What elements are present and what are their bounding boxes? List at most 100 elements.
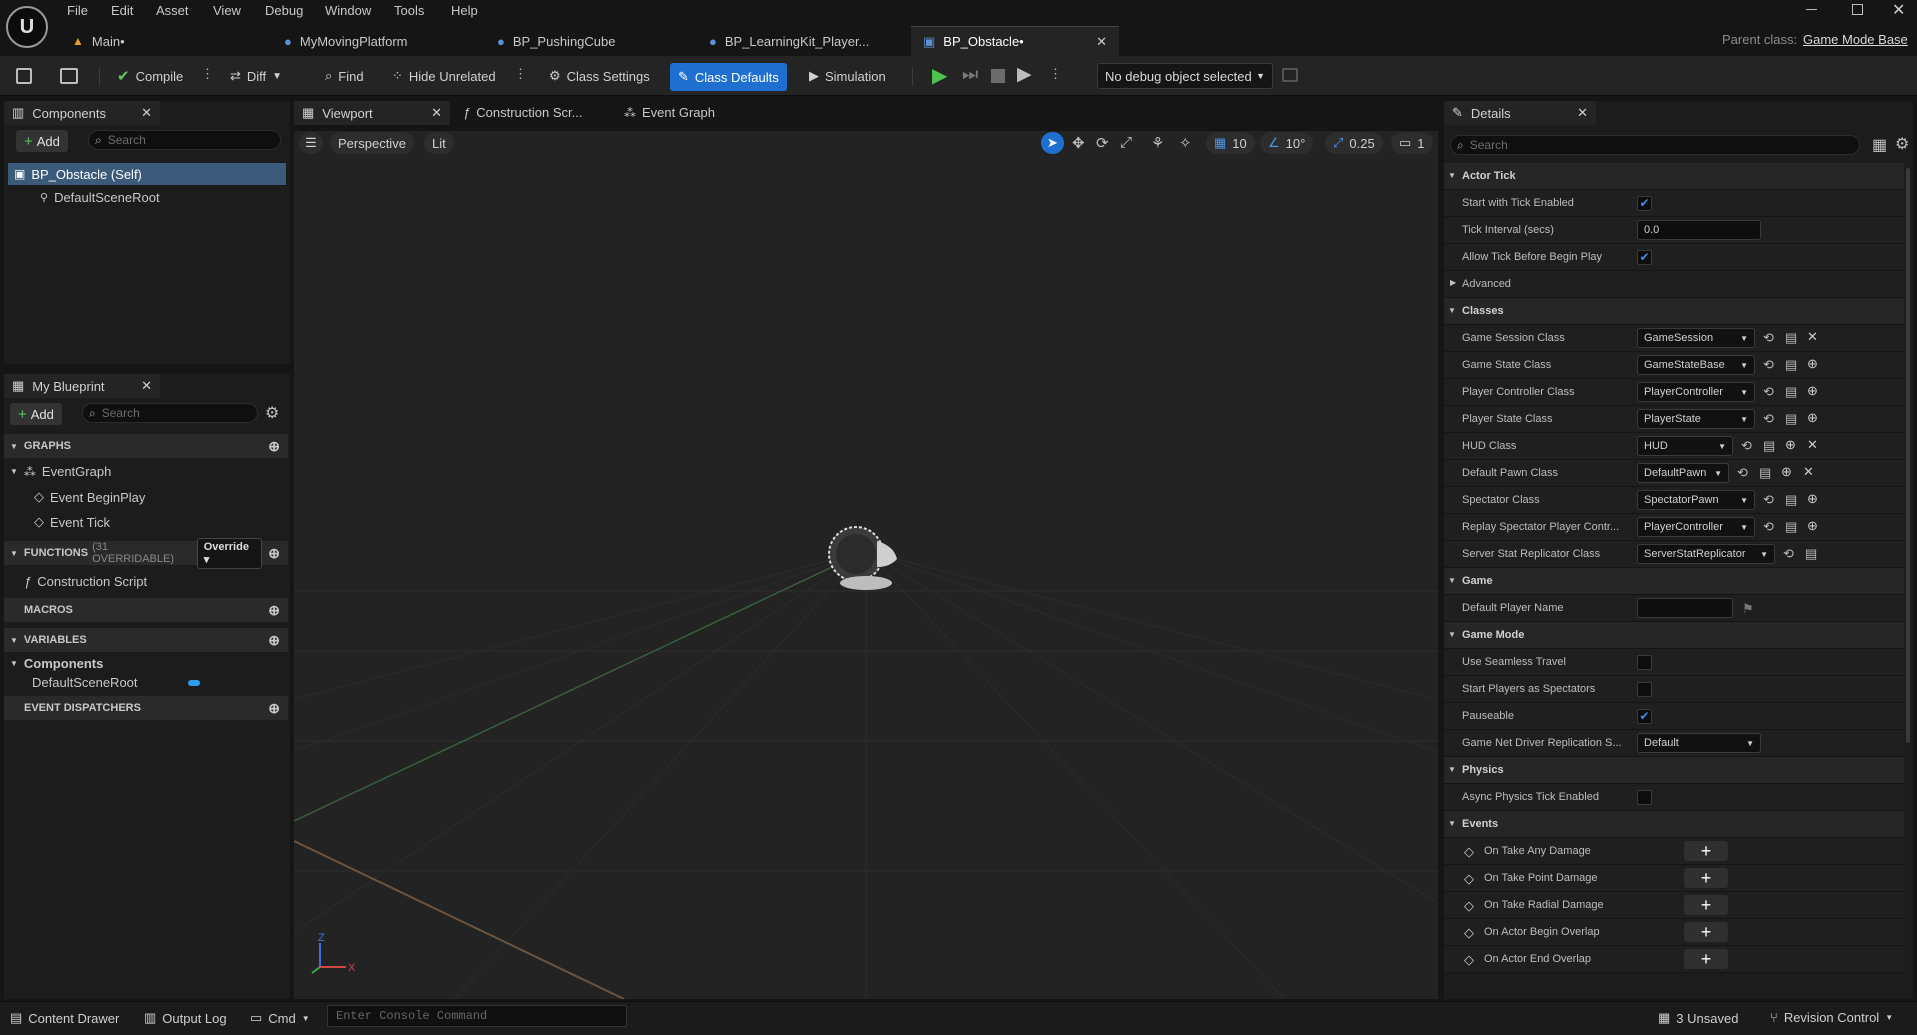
tab-event-graph[interactable]: ⁂ Event Graph [624,105,715,120]
translate-icon[interactable]: ✥ [1072,134,1085,152]
browse-asset-icon[interactable]: ▤ [1785,411,1801,427]
unreal-logo-icon[interactable]: U [6,6,48,48]
settings-gear-icon[interactable]: ⚙ [265,403,279,423]
hide-unrelated-options-icon[interactable]: ⋮ [514,66,527,82]
async-physics-tick-checkbox[interactable] [1637,790,1652,805]
tab-bp-obstacle[interactable]: ▣ BP_Obstacle• ✕ [911,26,1119,56]
close-panel-icon[interactable]: ✕ [141,378,152,394]
add-macro-icon[interactable]: ⊕ [268,602,280,619]
add-event-button[interactable]: + [1684,841,1728,861]
add-event-button[interactable]: + [1684,868,1728,888]
my-blueprint-tab[interactable]: ▦ My Blueprint ✕ [4,374,160,398]
eject-icon[interactable]: ▶ [1017,63,1032,86]
viewport-menu-button[interactable]: ☰ [299,132,323,154]
add-component-button[interactable]: + Add [16,130,68,152]
my-blueprint-search-input[interactable]: ⌕ Search [82,403,258,423]
compile-options-icon[interactable]: ⋮ [201,66,214,82]
event-dispatchers-section-header[interactable]: EVENT DISPATCHERS ⊕ [4,696,288,720]
browse-asset-icon[interactable]: ▤ [1785,357,1801,373]
use-selected-icon[interactable]: ⟲ [1741,438,1757,454]
construction-script-item[interactable]: ƒ Construction Script [24,574,147,589]
class-select[interactable]: PlayerController ▼ [1637,517,1755,537]
start-players-as-spectators-checkbox[interactable] [1637,682,1652,697]
add-new-icon[interactable]: ⊕ [1807,356,1823,372]
use-seamless-travel-checkbox[interactable] [1637,655,1652,670]
lit-button[interactable]: Lit [424,132,454,154]
add-new-icon[interactable]: ⊕ [1781,464,1797,480]
browse-asset-icon[interactable]: ▤ [1785,519,1801,535]
cmd-dropdown[interactable]: ▭ Cmd ▼ [250,1010,310,1026]
class-select[interactable]: PlayerController ▼ [1637,382,1755,402]
scale-icon[interactable]: ⤢ [1120,134,1132,151]
class-select[interactable]: PlayerState ▼ [1637,409,1755,429]
browse-asset-icon[interactable]: ▤ [1805,546,1821,562]
close-tab-icon[interactable]: ✕ [431,105,442,121]
debug-filter-icon[interactable] [1282,68,1298,82]
add-graph-icon[interactable]: ⊕ [268,438,280,455]
stop-icon[interactable] [991,69,1005,83]
close-panel-icon[interactable]: ✕ [141,105,152,121]
localize-flag-icon[interactable]: ⚑ [1742,601,1754,617]
menu-asset[interactable]: Asset [156,3,189,18]
class-select[interactable]: GameStateBase ▼ [1637,355,1755,375]
tab-bp-learning-kit-player[interactable]: ● BP_LearningKit_Player... [709,26,869,56]
physics-section[interactable]: ▼ Physics [1444,757,1904,784]
override-dropdown[interactable]: Override ▾ [196,537,263,569]
diff-button[interactable]: ⇄ Diff ▼ [226,63,286,89]
step-icon[interactable]: ⏭ [962,64,978,85]
add-dispatcher-icon[interactable]: ⊕ [268,700,280,717]
add-blueprint-item-button[interactable]: + Add [10,403,62,425]
add-variable-icon[interactable]: ⊕ [268,632,280,649]
macros-section-header[interactable]: MACROS ⊕ [4,598,288,622]
rotate-icon[interactable]: ⟳ [1096,134,1109,152]
components-group[interactable]: ▼ Components [10,656,103,671]
add-event-button[interactable]: + [1684,895,1728,915]
minimize-icon[interactable] [1806,9,1817,10]
details-tab[interactable]: ✎ Details ✕ [1444,101,1596,125]
use-selected-icon[interactable]: ⟲ [1763,357,1779,373]
parent-class-link[interactable]: Game Mode Base [1803,32,1908,47]
details-scrollbar[interactable] [1906,168,1910,743]
class-select[interactable]: SpectatorPawn ▼ [1637,490,1755,510]
tab-viewport[interactable]: ▦ Viewport ✕ [294,101,450,125]
viewport[interactable]: X Z [294,131,1438,999]
add-event-button[interactable]: + [1684,922,1728,942]
details-search-input[interactable]: ⌕ Search [1450,135,1860,155]
game-mode-section[interactable]: ▼ Game Mode [1444,622,1904,649]
find-button[interactable]: ⌕ Find [321,63,368,89]
component-row-self[interactable]: ▣ BP_Obstacle (Self) [8,163,286,185]
add-new-icon[interactable]: ⊕ [1807,518,1823,534]
tab-my-moving-platform[interactable]: ● MyMovingPlatform [284,26,408,56]
class-defaults-button[interactable]: ✎ Class Defaults [670,63,787,91]
select-mode-icon[interactable]: ➤ [1041,132,1064,154]
debug-object-select[interactable]: No debug object selected ▼ [1097,63,1273,89]
play-options-icon[interactable]: ⋮ [1049,66,1062,82]
browse-asset-icon[interactable]: ▤ [1785,492,1801,508]
close-tab-icon[interactable]: ✕ [1096,34,1107,50]
menu-view[interactable]: View [213,3,241,18]
classes-section[interactable]: ▼ Classes [1444,298,1904,325]
menu-debug[interactable]: Debug [265,3,303,18]
tick-interval-input[interactable]: 0.0 [1637,220,1761,240]
add-event-button[interactable]: + [1684,949,1728,969]
add-function-icon[interactable]: ⊕ [268,545,280,562]
class-select[interactable]: DefaultPawn ▼ [1637,463,1729,483]
game-net-driver-select[interactable]: Default ▼ [1637,733,1761,753]
use-selected-icon[interactable]: ⟲ [1763,330,1779,346]
components-tab[interactable]: ▥ Components ✕ [4,101,160,125]
property-matrix-icon[interactable]: ▦ [1872,135,1887,155]
add-new-icon[interactable]: ⊕ [1807,383,1823,399]
unsaved-button[interactable]: ▦ 3 Unsaved [1658,1010,1738,1026]
grid-snap-toggle[interactable]: ▦ 10 [1206,132,1255,154]
class-select[interactable]: ServerStatReplicator ▼ [1637,544,1775,564]
close-panel-icon[interactable]: ✕ [1577,105,1588,121]
clear-icon[interactable]: ✕ [1803,464,1819,480]
browse-asset-icon[interactable]: ▤ [1759,465,1775,481]
use-selected-icon[interactable]: ⟲ [1763,384,1779,400]
tab-main[interactable]: ▲ Main• [72,26,125,56]
scale-snap-toggle[interactable]: ⤢ 0.25 [1325,132,1383,154]
save-icon[interactable] [16,68,32,84]
revision-control-button[interactable]: ⑂ Revision Control ▼ [1770,1010,1893,1025]
browse-icon[interactable] [60,68,78,84]
add-new-icon[interactable]: ⊕ [1785,437,1801,453]
